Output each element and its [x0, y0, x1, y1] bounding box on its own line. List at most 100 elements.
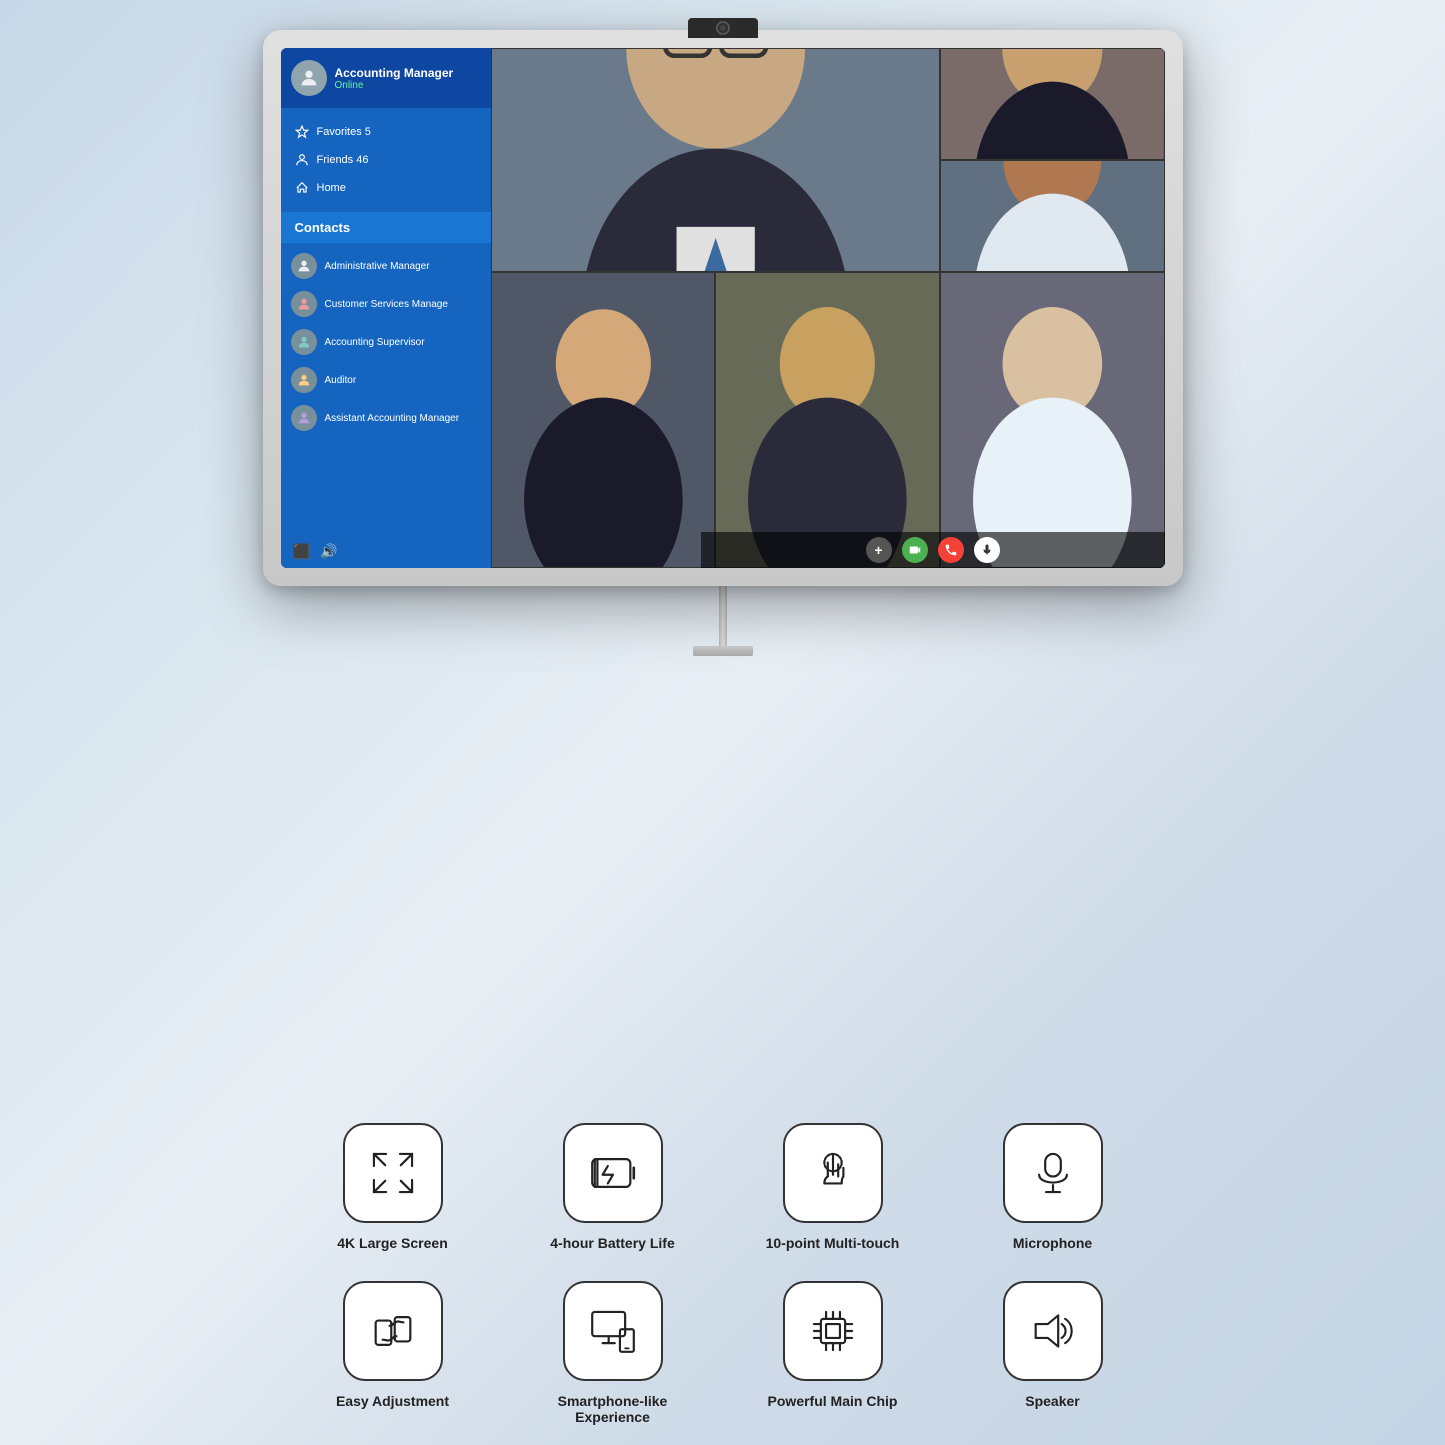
webcam-bump	[688, 18, 758, 38]
person-main-svg	[492, 49, 939, 271]
feature-microphone: Microphone	[973, 1123, 1133, 1251]
star-icon	[295, 125, 309, 139]
contact-item[interactable]: Customer Services Manage	[281, 285, 491, 323]
monitor-base	[693, 646, 753, 656]
contact-avatar	[291, 253, 317, 279]
contact-avatar	[291, 291, 317, 317]
video-toggle-button[interactable]	[902, 537, 928, 563]
sidebar-controls: ⬛ 🔊	[281, 535, 491, 568]
video-cell-main	[491, 48, 940, 272]
battery-icon	[587, 1147, 639, 1199]
feature-speaker: Speaker	[973, 1281, 1133, 1409]
speaker-icon	[1027, 1305, 1079, 1357]
rotate-icon	[367, 1305, 419, 1357]
video-cell-tr	[940, 48, 1165, 160]
person-tr-svg	[941, 49, 1164, 159]
feature-label-multitouch: 10-point Multi-touch	[766, 1235, 900, 1251]
person-icon	[295, 153, 309, 167]
avatar	[291, 60, 327, 96]
monitor-wrapper: Accounting Manager Online Favorites 5 Fr…	[263, 30, 1183, 656]
phone-icon	[944, 543, 958, 557]
feature-label-speaker: Speaker	[1025, 1393, 1079, 1409]
add-participant-button[interactable]: +	[866, 537, 892, 563]
profile-status: Online	[335, 80, 454, 91]
contact-item[interactable]: Administrative Manager	[281, 247, 491, 285]
contact-avatar	[291, 405, 317, 431]
contact-item[interactable]: Accounting Supervisor	[281, 323, 491, 361]
video-cell-bl	[491, 272, 716, 568]
feature-label-adjustment: Easy Adjustment	[336, 1393, 449, 1409]
contact-avatar	[291, 367, 317, 393]
video-tr-bg	[941, 49, 1164, 159]
video-cell-bm	[715, 272, 940, 568]
nav-home[interactable]: Home	[281, 174, 491, 202]
end-call-button[interactable]	[938, 537, 964, 563]
feature-icon-box-speaker	[1003, 1281, 1103, 1381]
profile-area: Accounting Manager Online	[281, 48, 491, 108]
feature-multitouch: 10-point Multi-touch	[753, 1123, 913, 1251]
video-bl-bg	[492, 273, 715, 567]
feature-label-smartphone: Smartphone-like Experience	[533, 1393, 693, 1425]
contact-user-icon	[296, 296, 312, 312]
call-bar: +	[701, 532, 1165, 568]
feature-adjustment: Easy Adjustment	[313, 1281, 473, 1409]
monitor-frame: Accounting Manager Online Favorites 5 Fr…	[263, 30, 1183, 586]
contact-avatar	[291, 329, 317, 355]
screen-share-icon[interactable]: ⬛	[293, 543, 310, 560]
video-mr-bg	[941, 161, 1164, 271]
mic-icon	[981, 544, 993, 556]
video-main-bg	[492, 49, 939, 271]
contact-user-icon	[296, 372, 312, 388]
screen: Accounting Manager Online Favorites 5 Fr…	[281, 48, 1165, 568]
feature-icon-box-chip	[783, 1281, 883, 1381]
person-mr-svg	[941, 161, 1164, 271]
contact-user-icon	[296, 258, 312, 274]
feature-smartphone: Smartphone-like Experience	[533, 1281, 693, 1425]
monitor-stand	[719, 586, 727, 646]
volume-icon[interactable]: 🔊	[320, 543, 337, 560]
features-section: 4K Large Screen 4-hour Battery Life	[0, 1123, 1445, 1425]
feature-label-4k: 4K Large Screen	[337, 1235, 448, 1251]
feature-icon-box-smartphone	[563, 1281, 663, 1381]
user-icon	[298, 67, 320, 89]
feature-label-chip: Powerful Main Chip	[768, 1393, 898, 1409]
features-row-1: 4K Large Screen 4-hour Battery Life	[313, 1123, 1133, 1251]
feature-4k-screen: 4K Large Screen	[313, 1123, 473, 1251]
webcam-lens	[716, 21, 730, 35]
feature-icon-box-4k	[343, 1123, 443, 1223]
profile-info: Accounting Manager Online	[335, 66, 454, 91]
contact-item[interactable]: Assistant Accounting Manager	[281, 399, 491, 437]
video-br-bg	[941, 273, 1164, 567]
feature-battery: 4-hour Battery Life	[533, 1123, 693, 1251]
sidebar-nav: Favorites 5 Friends 46 Home	[281, 108, 491, 212]
video-cell-mr	[940, 160, 1165, 272]
sidebar: Accounting Manager Online Favorites 5 Fr…	[281, 48, 491, 568]
video-icon	[908, 543, 922, 557]
person-bl-svg	[492, 273, 715, 567]
feature-icon-box-multitouch	[783, 1123, 883, 1223]
nav-favorites[interactable]: Favorites 5	[281, 118, 491, 146]
video-cell-br	[940, 272, 1165, 568]
person-br-svg	[941, 273, 1164, 567]
profile-name: Accounting Manager	[335, 66, 454, 80]
feature-label-microphone: Microphone	[1013, 1235, 1092, 1251]
home-icon	[295, 181, 309, 195]
feature-label-battery: 4-hour Battery Life	[550, 1235, 674, 1251]
contact-item[interactable]: Auditor	[281, 361, 491, 399]
video-area: +	[491, 48, 1165, 568]
feature-icon-box-adjustment	[343, 1281, 443, 1381]
person-bm-svg	[716, 273, 939, 567]
expand-icon	[367, 1147, 419, 1199]
contact-user-icon	[296, 334, 312, 350]
touch-icon	[807, 1147, 859, 1199]
feature-icon-box-microphone	[1003, 1123, 1103, 1223]
feature-icon-box-battery	[563, 1123, 663, 1223]
nav-friends[interactable]: Friends 46	[281, 146, 491, 174]
feature-chip: Powerful Main Chip	[753, 1281, 913, 1409]
contacts-header: Contacts	[281, 212, 491, 243]
features-row-2: Easy Adjustment Smartphone-like Experien…	[313, 1281, 1133, 1425]
devices-icon	[587, 1305, 639, 1357]
contact-list: Administrative Manager Customer Services…	[281, 243, 491, 441]
mute-button[interactable]	[974, 537, 1000, 563]
video-bm-bg	[716, 273, 939, 567]
